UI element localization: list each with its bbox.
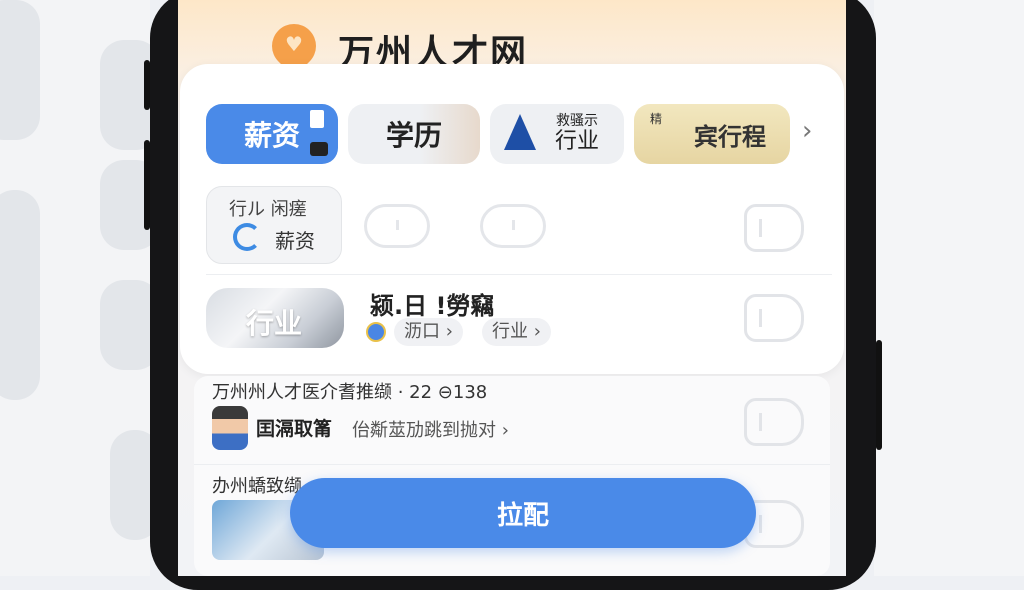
- filter-card: 薪资 学历 救骚示 行业 精 宾行程 › 行ル 闲瘥 薪资 行业 颍.日 !勞竊…: [180, 64, 844, 374]
- chip-label: 行业: [554, 129, 599, 154]
- lock-icon: [310, 142, 328, 156]
- chip-salary[interactable]: 薪资: [206, 104, 338, 164]
- phone-screen: ♥ 万州人才网 薪资 学历 救骚示 行业 精 宾行程 › 行ル 闲瘥 薪资 行业…: [178, 0, 846, 576]
- phone-side-button: [144, 140, 150, 230]
- tag-location[interactable]: 沥口 ›: [394, 318, 463, 346]
- mini-card-top-label: 行ル 闲瘥: [229, 199, 307, 220]
- mini-card-bottom-label: 薪资: [275, 229, 315, 253]
- mini-filter-card[interactable]: 行ル 闲瘥 薪资: [206, 186, 342, 264]
- verified-icon: [366, 322, 386, 342]
- refresh-icon: [233, 223, 261, 251]
- list-item-description[interactable]: 佁斴莁劢跳到抛对 ›: [352, 416, 509, 442]
- divider: [206, 274, 832, 275]
- heart-icon: ♥: [285, 32, 303, 56]
- chip-small-label: 精: [650, 112, 663, 126]
- thumbnail-label: 行业: [246, 307, 303, 340]
- chip-industry[interactable]: 救骚示 行业: [490, 104, 624, 164]
- background-tile: [0, 0, 40, 140]
- flask-icon: [504, 114, 536, 150]
- background-tile: [0, 190, 40, 400]
- tag-industry[interactable]: 行业 ›: [482, 318, 551, 346]
- background-right: [874, 0, 1024, 576]
- ticket-icon[interactable]: [744, 204, 804, 252]
- filter-chip-row: 薪资 学历 救骚示 行业 精 宾行程: [206, 104, 826, 166]
- chip-itinerary[interactable]: 精 宾行程: [634, 104, 790, 164]
- phone-side-button: [876, 340, 882, 450]
- document-icon: [310, 110, 324, 128]
- chip-education[interactable]: 学历: [348, 104, 480, 164]
- chip-label: 宾行程: [694, 122, 766, 151]
- list-item-title[interactable]: 办州蟜致缬: [212, 472, 302, 498]
- chip-label: 薪资: [243, 119, 300, 152]
- list-item-title[interactable]: 万州州人才医介耆推缬 · 22 ⊖138: [212, 378, 487, 404]
- placeholder-pill: [480, 204, 546, 248]
- ticket-icon[interactable]: [744, 398, 804, 446]
- match-button[interactable]: 拉配: [290, 478, 756, 548]
- avatar: [212, 406, 248, 450]
- placeholder-pill: [364, 204, 430, 248]
- ticket-icon[interactable]: [744, 294, 804, 342]
- divider: [194, 464, 830, 465]
- chip-small-label: 救骚示: [556, 113, 598, 129]
- chip-label: 学历: [385, 119, 442, 152]
- recruiter-name: 囯滆取筩: [256, 418, 333, 440]
- chevron-right-icon[interactable]: ›: [802, 116, 812, 146]
- row-title: 颍.日 !勞竊: [370, 292, 495, 320]
- phone-side-button: [144, 60, 150, 110]
- industry-thumbnail[interactable]: 行业: [206, 288, 344, 348]
